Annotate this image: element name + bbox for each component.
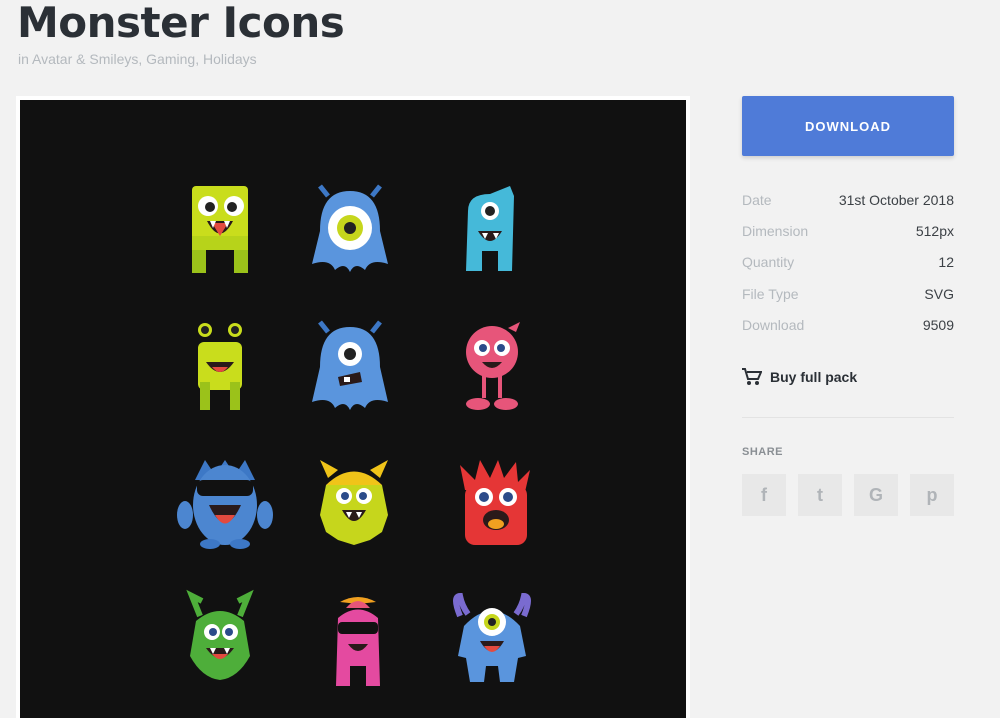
monster-icon-3 — [466, 186, 514, 271]
pinterest-icon: p — [926, 484, 938, 505]
monster-icon-2 — [312, 184, 388, 272]
category-link-holidays[interactable]: Holidays — [203, 51, 257, 67]
meta-key: Download — [742, 316, 805, 333]
monster-icon-9 — [460, 460, 530, 545]
meta-value: 31st October 2018 — [838, 192, 954, 208]
preview-frame — [16, 96, 690, 718]
meta-value: 9509 — [922, 316, 954, 333]
meta-value: SVG — [924, 285, 954, 302]
monster-icon-5 — [312, 320, 388, 410]
category-links: in Avatar & Smileys, Gaming, Holidays — [18, 51, 257, 67]
monster-icon-12 — [453, 592, 531, 682]
category-link-avatar-smileys[interactable]: Avatar & Smileys — [32, 51, 138, 67]
share-twitter-button[interactable]: t — [798, 474, 842, 516]
divider — [742, 417, 954, 418]
monster-icon-1 — [192, 186, 248, 273]
categories-prefix: in — [18, 51, 29, 67]
meta-row-download-count: Download 9509 — [742, 315, 954, 346]
page-title: Monster Icons — [17, 0, 345, 47]
google-icon: G — [868, 484, 883, 505]
cart-icon — [742, 368, 762, 385]
category-link-gaming[interactable]: Gaming — [146, 51, 195, 67]
meta-key: Dimension — [742, 223, 809, 240]
share-label: SHARE — [742, 446, 784, 458]
facebook-icon: f — [761, 484, 767, 505]
monster-icon-10 — [186, 589, 254, 680]
monster-icon-7 — [177, 460, 273, 549]
meta-row-dimension: Dimension 512px — [742, 221, 954, 252]
meta-key: Date — [742, 192, 772, 208]
meta-key: File Type — [742, 285, 799, 302]
monster-icon-4 — [198, 323, 242, 410]
buy-full-pack-link[interactable]: Buy full pack — [742, 368, 857, 386]
meta-row-quantity: Quantity 12 — [742, 252, 954, 283]
meta-key: Quantity — [742, 254, 795, 271]
buy-full-pack-label: Buy full pack — [770, 369, 858, 385]
meta-value: 12 — [938, 254, 954, 271]
meta-row-file-type: File Type SVG — [742, 284, 954, 315]
twitter-icon: t — [817, 484, 823, 505]
preview-image — [20, 100, 686, 718]
monster-icon-8 — [320, 460, 388, 545]
monster-icon-6 — [466, 322, 520, 410]
meta-value: 512px — [915, 223, 954, 240]
file-meta: Date 31st October 2018 Dimension 512px Q… — [742, 190, 954, 346]
share-pinterest-button[interactable]: p — [910, 474, 954, 516]
download-button[interactable]: DOWNLOAD — [742, 96, 954, 156]
monster-icons-preview — [177, 184, 531, 686]
monster-icon-11 — [336, 597, 380, 686]
share-google-button[interactable]: G — [854, 474, 898, 516]
share-buttons: f t G p — [742, 474, 954, 516]
meta-row-date: Date 31st October 2018 — [742, 190, 954, 221]
share-facebook-button[interactable]: f — [742, 474, 786, 516]
